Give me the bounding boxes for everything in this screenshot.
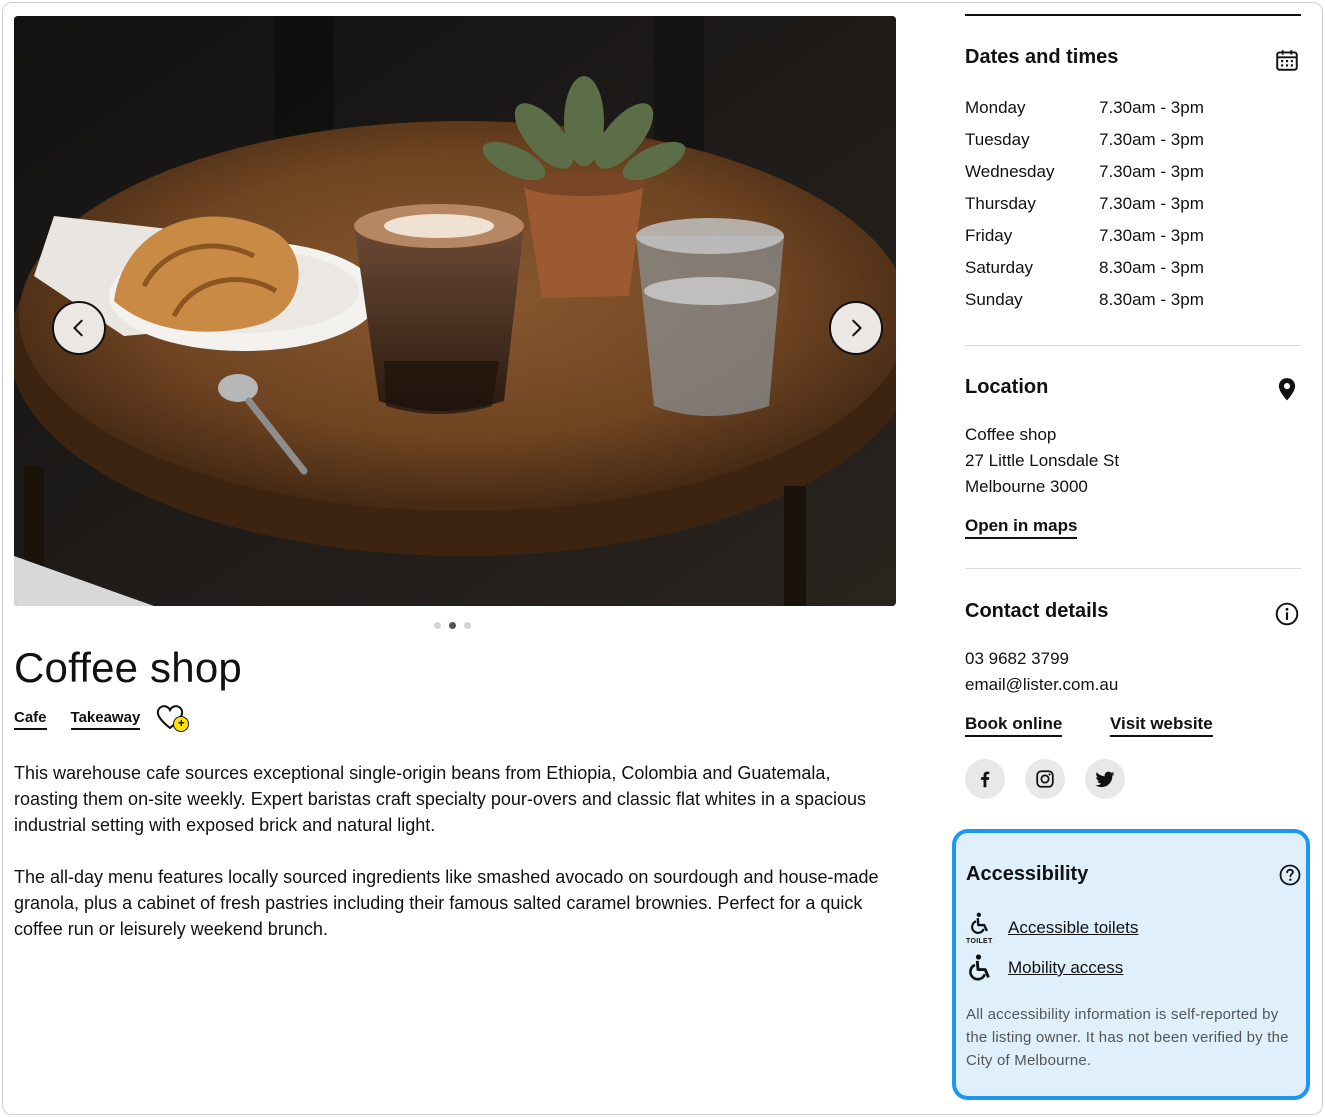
visit-website-link[interactable]: Visit website (1110, 714, 1213, 737)
info-icon (1275, 602, 1299, 626)
accessibility-item-mobility[interactable]: Mobility access (966, 951, 1123, 985)
accessibility-title: Accessibility (966, 863, 1089, 885)
mobility-access-link[interactable]: Mobility access (1008, 958, 1123, 978)
carousel-prev-button[interactable] (52, 301, 106, 355)
accessible-toilets-link[interactable]: Accessible toilets (1008, 918, 1138, 938)
plus-icon: + (173, 716, 190, 732)
tag-takeaway[interactable]: Takeaway (70, 709, 141, 730)
facebook-icon (981, 771, 990, 788)
instagram-button[interactable] (1025, 759, 1065, 799)
open-in-maps-link[interactable]: Open in maps (965, 516, 1078, 539)
opening-hours: Monday 7.30am - 3pm Tuesday 7.30am - 3pm W… (965, 92, 1265, 316)
hours-row: Thursday 7.30am - 3pm (965, 188, 1265, 220)
hours-row: Saturday 8.30am - 3pm (965, 252, 1265, 284)
hours-day: Friday (965, 226, 1013, 245)
contact-title: Contact details (965, 600, 1109, 622)
section-divider (965, 568, 1301, 569)
section-divider (965, 345, 1301, 346)
cafe-table-photo (14, 16, 896, 606)
address-line: Melbourne 3000 (965, 477, 1088, 496)
venue-tags: Cafe Takeaway + (14, 704, 190, 734)
hours-row: Wednesday 7.30am - 3pm (965, 156, 1265, 188)
help-icon[interactable] (1278, 863, 1302, 887)
twitter-icon (1095, 771, 1115, 788)
accessibility-item-toilets[interactable]: TOILET Accessible toilets (966, 911, 1138, 945)
instagram-icon (1036, 770, 1054, 788)
social-links (965, 759, 1125, 799)
chevron-right-icon (852, 319, 862, 337)
hours-row: Friday 7.30am - 3pm (965, 220, 1265, 252)
toilet-icon-text: TOILET (966, 938, 993, 945)
carousel-dot[interactable] (434, 622, 441, 629)
hours-day: Tuesday (965, 130, 1030, 149)
hours-time: 7.30am - 3pm (1099, 194, 1204, 213)
hours-row: Sunday 8.30am - 3pm (965, 284, 1265, 316)
contact-phone[interactable]: 03 9682 3799 (965, 646, 1118, 672)
description-paragraph: The all-day menu features locally source… (14, 867, 879, 939)
wheelchair-icon (966, 951, 1000, 985)
chevron-left-icon (73, 319, 83, 337)
location-address: Coffee shop 27 Little Lonsdale St Melbou… (965, 422, 1119, 500)
carousel-dot-active[interactable] (449, 622, 456, 629)
map-pin-icon (1278, 378, 1296, 401)
accessible-toilet-icon: TOILET (966, 911, 1000, 945)
twitter-button[interactable] (1085, 759, 1125, 799)
carousel-next-button[interactable] (829, 301, 883, 355)
hours-day: Sunday (965, 290, 1023, 309)
hours-time: 8.30am - 3pm (1099, 290, 1204, 309)
top-divider (965, 14, 1301, 16)
hours-day: Monday (965, 98, 1026, 117)
description-paragraph: This warehouse cafe sources exceptional … (14, 763, 867, 835)
hours-time: 7.30am - 3pm (1099, 162, 1204, 181)
address-line: 27 Little Lonsdale St (965, 451, 1120, 470)
accessibility-panel: Accessibility TOILET Accessible toilets … (952, 829, 1310, 1100)
hours-time: 7.30am - 3pm (1099, 226, 1204, 245)
hours-time: 8.30am - 3pm (1099, 258, 1204, 277)
hours-time: 7.30am - 3pm (1099, 130, 1204, 149)
address-line: Coffee shop (965, 425, 1057, 444)
location-title: Location (965, 376, 1049, 398)
calendar-icon (1276, 50, 1298, 71)
hours-day: Saturday (965, 258, 1034, 277)
hours-day: Thursday (965, 194, 1036, 213)
accessibility-disclaimer: All accessibility information is self-re… (966, 1006, 1289, 1069)
tag-cafe[interactable]: Cafe (14, 709, 47, 730)
hours-time: 7.30am - 3pm (1099, 98, 1204, 117)
venue-description: This warehouse cafe sources exceptional … (14, 760, 884, 968)
facebook-button[interactable] (965, 759, 1005, 799)
hours-day: Wednesday (965, 162, 1055, 181)
add-favourite-button[interactable]: + (156, 704, 190, 734)
carousel-dot[interactable] (464, 622, 471, 629)
dates-title: Dates and times (965, 46, 1119, 68)
contact-info: 03 9682 3799 email@lister.com.au (965, 646, 1118, 698)
venue-title: Coffee shop (14, 644, 242, 691)
hours-row: Tuesday 7.30am - 3pm (965, 124, 1265, 156)
hours-row: Monday 7.30am - 3pm (965, 92, 1265, 124)
contact-email[interactable]: email@lister.com.au (965, 672, 1118, 698)
carousel-pagination (434, 622, 471, 629)
image-carousel (14, 16, 896, 606)
book-online-link[interactable]: Book online (965, 714, 1063, 737)
